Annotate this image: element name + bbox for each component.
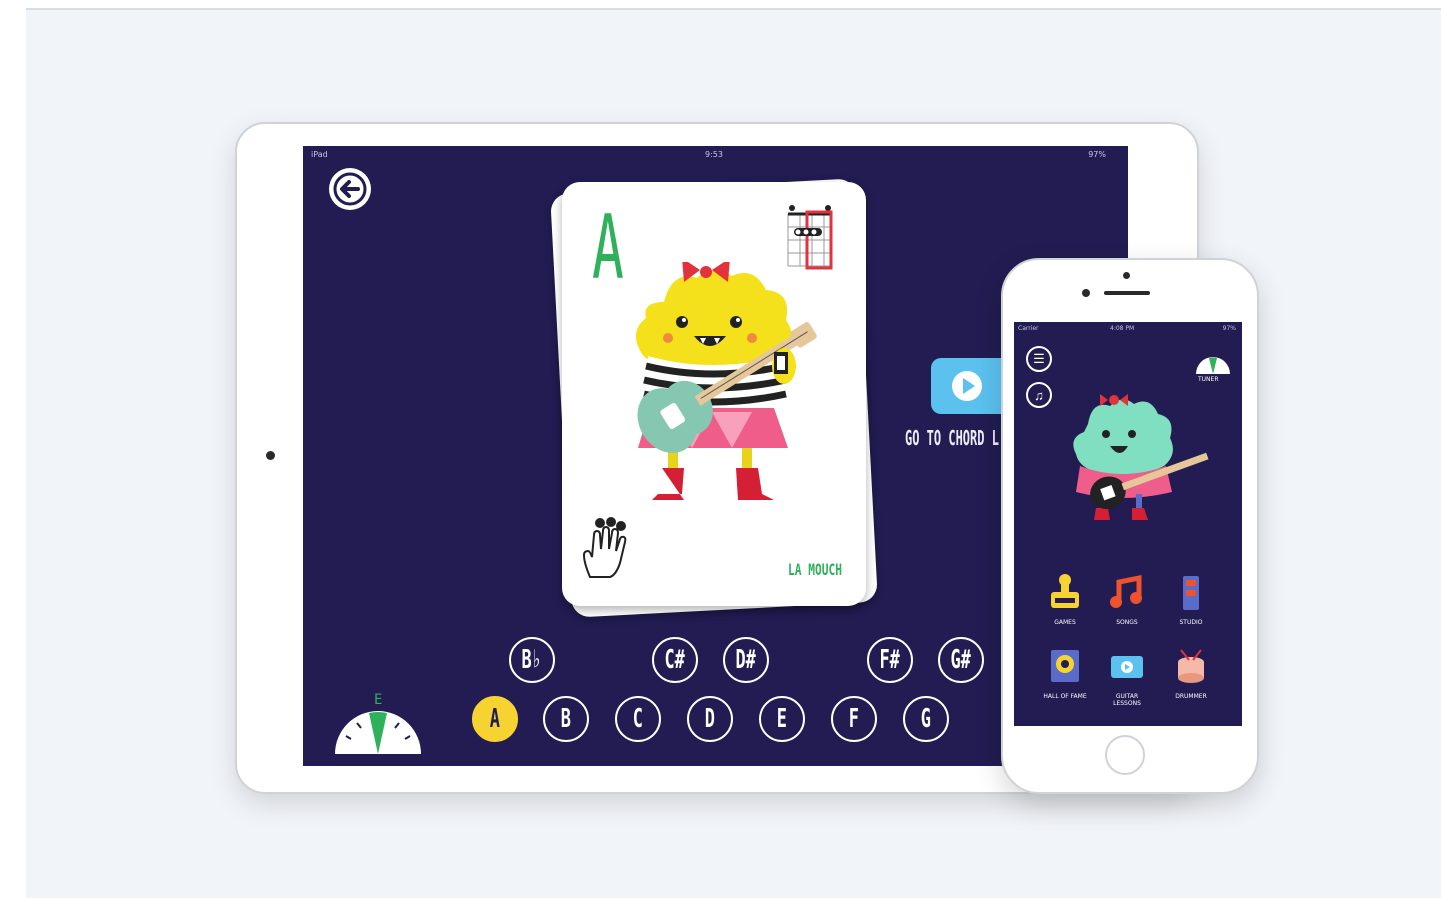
- menu-item-games[interactable]: GAMES: [1040, 572, 1090, 626]
- note-button-b[interactable]: B: [543, 696, 589, 742]
- iphone-camera: [1082, 289, 1090, 297]
- arrow-left-icon: [333, 172, 367, 206]
- note-button-d-sharp[interactable]: D#: [723, 637, 769, 683]
- go-to-chord-play-button[interactable]: [931, 358, 1011, 414]
- ipad-camera: [266, 451, 275, 460]
- monster-guitar-illustration: [1073, 394, 1209, 520]
- iphone-status-battery: 97%: [1222, 325, 1236, 332]
- trophy-icon: [1051, 650, 1079, 682]
- note-label: A: [489, 704, 501, 734]
- note-label: B♭: [521, 645, 543, 675]
- chord-diagram-icon: [787, 205, 833, 270]
- note-button-c[interactable]: C: [615, 696, 661, 742]
- note-button-g-sharp[interactable]: G#: [938, 637, 984, 683]
- note-button-f[interactable]: F: [831, 696, 877, 742]
- note-button-g[interactable]: G: [903, 696, 949, 742]
- play-icon: [952, 371, 982, 401]
- ipad-status-battery: 97%: [1088, 150, 1106, 159]
- note-button-e[interactable]: E: [759, 696, 805, 742]
- iphone-home-button[interactable]: [1105, 735, 1145, 775]
- menu-item-guitar-lessons[interactable]: GUITAR LESSONS: [1102, 646, 1152, 707]
- note-label: D: [704, 704, 716, 734]
- music-note-icon: ♫: [1034, 387, 1044, 403]
- note-button-f-sharp[interactable]: F#: [867, 637, 913, 683]
- chord-card[interactable]: A LA MOUCH: [562, 182, 866, 606]
- tuner-gauge-icon[interactable]: E: [331, 686, 425, 758]
- note-button-b-flat[interactable]: B♭: [509, 637, 555, 683]
- note-label: G#: [950, 645, 972, 675]
- menu-icon: ☰: [1033, 351, 1045, 366]
- menu-item-label: DRUMMER: [1175, 693, 1207, 700]
- monster-name: LA MOUCH: [788, 560, 842, 579]
- menu-item-label: GUITAR LESSONS: [1113, 693, 1141, 707]
- note-label: C: [632, 704, 644, 734]
- studio-icon: [1183, 576, 1199, 610]
- menu-item-hall-of-fame[interactable]: HALL OF FAME: [1040, 646, 1090, 700]
- video-icon: [1111, 656, 1143, 678]
- music-button[interactable]: ♫: [1026, 382, 1052, 408]
- iphone-status-carrier: Carrier: [1018, 325, 1039, 332]
- iphone-status-time: 4:08 PM: [1110, 325, 1135, 332]
- back-button[interactable]: [329, 168, 371, 210]
- music-note-icon: [1110, 574, 1142, 608]
- note-label: B: [560, 704, 572, 734]
- go-to-chord-label[interactable]: GO TO CHORD L: [905, 426, 999, 450]
- note-label: F: [848, 704, 860, 734]
- ipad-status-carrier: iPad: [311, 150, 328, 159]
- menu-item-label: SONGS: [1116, 619, 1138, 626]
- menu-item-label: GAMES: [1054, 619, 1076, 626]
- iphone-speaker: [1104, 291, 1150, 295]
- menu-item-label: STUDIO: [1179, 619, 1203, 626]
- note-label: F#: [879, 645, 901, 675]
- note-label: E: [776, 704, 788, 734]
- menu-item-label: HALL OF FAME: [1043, 693, 1087, 700]
- game-icon: [1051, 574, 1079, 608]
- monster-guitar-illustration: [635, 262, 817, 500]
- hand-fingering-icon: [582, 517, 627, 578]
- drum-icon: [1178, 649, 1204, 683]
- note-button-c-sharp[interactable]: C#: [652, 637, 698, 683]
- menu-item-songs[interactable]: SONGS: [1102, 572, 1152, 626]
- tuner-icon[interactable]: [1194, 346, 1232, 376]
- menu-item-studio[interactable]: STUDIO: [1166, 572, 1216, 626]
- menu-item-drummer[interactable]: DRUMMER: [1166, 646, 1216, 700]
- iphone-screen: Carrier 4:08 PM 97% ☰ ♫ TUNER GAMES SONG…: [1014, 322, 1242, 726]
- left-margin: [0, 0, 26, 898]
- note-label: C#: [664, 645, 686, 675]
- note-label: D#: [735, 645, 757, 675]
- tuner-note: E: [374, 692, 382, 708]
- menu-button[interactable]: ☰: [1026, 346, 1052, 372]
- note-label: G: [920, 704, 932, 734]
- note-button-d[interactable]: D: [687, 696, 733, 742]
- ipad-status-time: 9:53: [705, 150, 723, 159]
- tuner-label: TUNER: [1198, 376, 1219, 383]
- iphone-proximity-sensor: [1123, 272, 1130, 279]
- note-button-a[interactable]: A: [472, 696, 518, 742]
